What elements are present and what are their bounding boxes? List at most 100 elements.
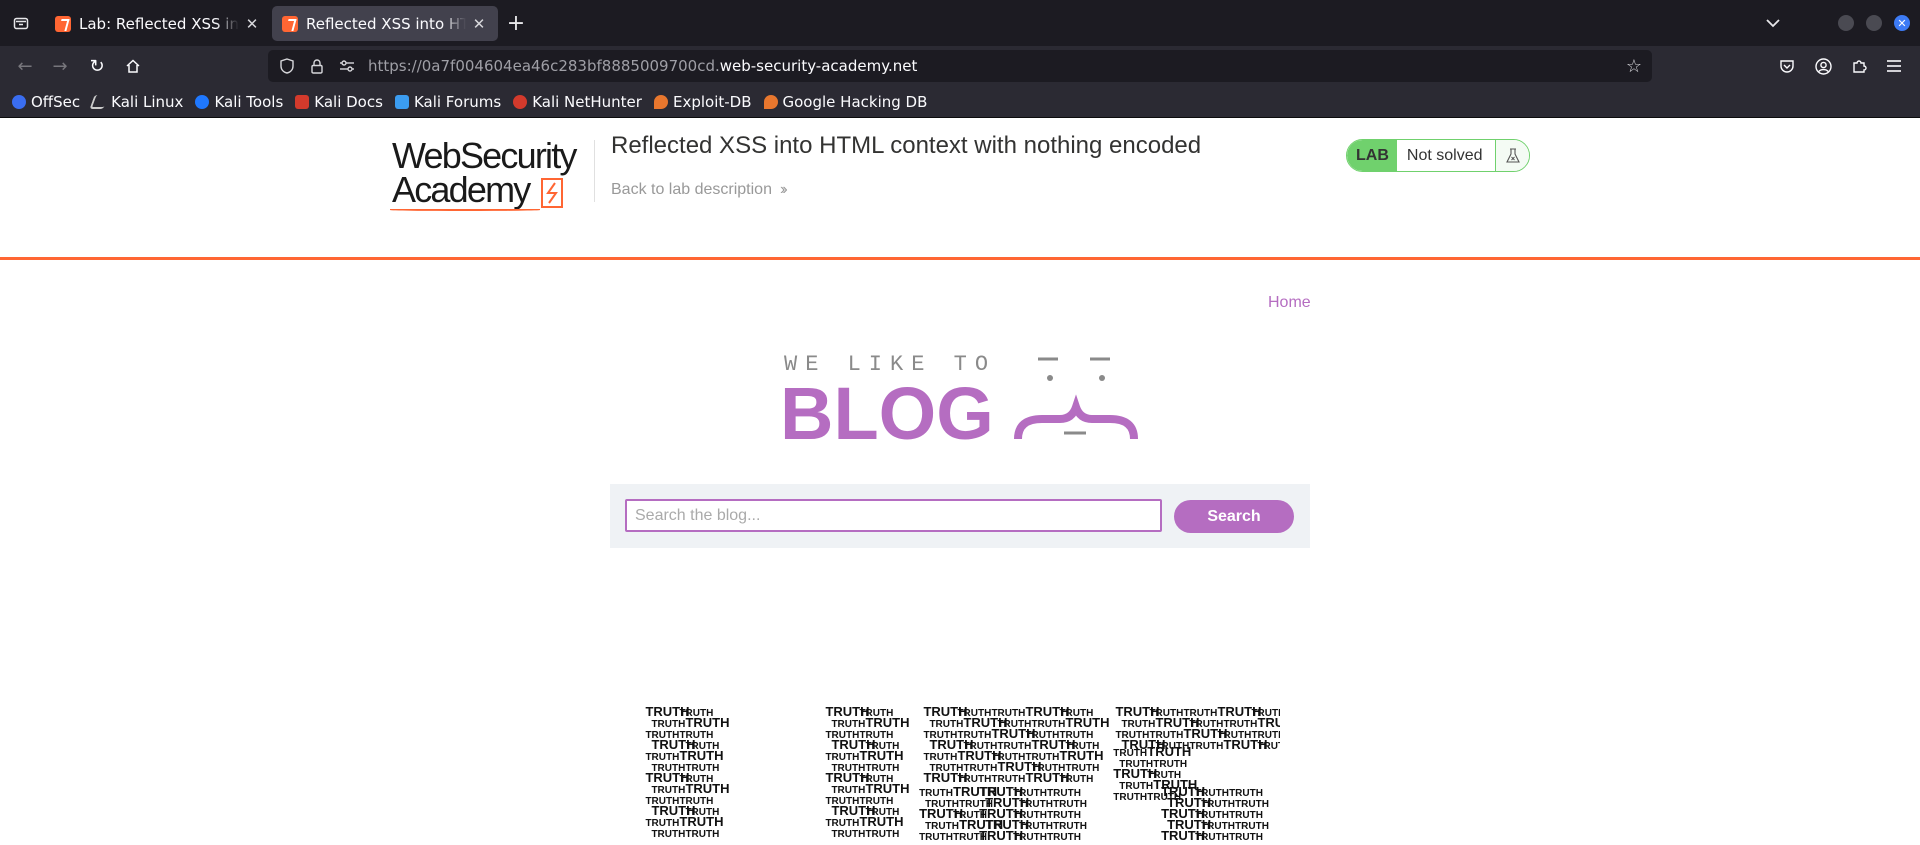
word-cloud-word: TRUTH bbox=[865, 829, 899, 840]
bookmark-kali-tools[interactable]: Kali Tools bbox=[195, 93, 283, 111]
close-tab-icon[interactable]: ✕ bbox=[243, 15, 261, 33]
word-cloud-word: TRUTH bbox=[1201, 821, 1235, 832]
bookmark-label: Kali NetHunter bbox=[532, 92, 642, 111]
ghdb-icon bbox=[763, 94, 778, 109]
web-page: WebSecurity Academy Reflected XSS into H… bbox=[0, 118, 1920, 845]
tab-title: Reflected XSS into HTML context with not… bbox=[306, 14, 466, 33]
lab-status-text: Not solved bbox=[1406, 146, 1483, 164]
word-cloud-word: TRUTH bbox=[919, 788, 953, 799]
new-tab-plus-icon[interactable]: + bbox=[503, 10, 529, 36]
lab-badge: LAB bbox=[1347, 140, 1397, 171]
logo-swoosh bbox=[390, 209, 540, 211]
pocket-icon[interactable] bbox=[1774, 53, 1800, 79]
back-arrow-icon[interactable]: ← bbox=[12, 53, 38, 79]
tab-lab-instance[interactable]: Reflected XSS into HTML context with not… bbox=[272, 6, 498, 41]
word-cloud-word: TRUTH bbox=[865, 715, 909, 730]
search-panel: Search bbox=[610, 484, 1310, 548]
extensions-icon[interactable] bbox=[1846, 53, 1872, 79]
word-cloud-word: TRUTH bbox=[651, 829, 685, 840]
word-cloud-word: TRUTH bbox=[919, 832, 953, 843]
word-cloud-word: TRUTH bbox=[685, 781, 729, 796]
kali-tools-icon bbox=[195, 94, 210, 109]
word-cloud-word: TRUTH bbox=[651, 785, 685, 796]
word-cloud-word: TRUTH bbox=[645, 818, 679, 829]
tab-title: Lab: Reflected XSS into HTML context wit… bbox=[79, 14, 239, 33]
word-cloud-word: TRUTH bbox=[1201, 799, 1235, 810]
bookmark-google-hacking-db[interactable]: Google Hacking DB bbox=[763, 92, 928, 111]
bookmarks-toolbar: OffSec Kali Linux Kali Tools Kali Docs K… bbox=[0, 86, 1920, 118]
word-cloud-word: TRUTH bbox=[685, 829, 719, 840]
close-window-icon[interactable]: ✕ bbox=[1894, 15, 1910, 31]
bookmark-label: Kali Forums bbox=[413, 92, 502, 111]
lock-icon[interactable] bbox=[306, 58, 328, 74]
bookmark-kali-docs[interactable]: Kali Docs bbox=[295, 93, 383, 111]
account-icon[interactable] bbox=[1810, 53, 1836, 79]
minimize-window-icon[interactable] bbox=[1838, 15, 1854, 31]
bookmark-label: Kali Docs bbox=[314, 92, 383, 111]
bookmark-kali-nethunter[interactable]: Kali NetHunter bbox=[513, 93, 642, 111]
word-cloud-word: TRUTH bbox=[1235, 799, 1269, 810]
bookmark-kali-linux[interactable]: Kali Linux bbox=[89, 92, 184, 111]
back-to-lab-description-link[interactable]: Back to lab description ›› bbox=[611, 181, 787, 199]
shield-icon[interactable] bbox=[276, 58, 298, 74]
word-cloud-word: TRUTH bbox=[651, 719, 685, 730]
word-cloud-word: TRUTH bbox=[679, 748, 723, 763]
we-like-to-blog-logo: WE LIKE TO BLOG bbox=[780, 349, 1140, 455]
exploit-db-icon bbox=[653, 94, 668, 109]
app-menu-icon[interactable] bbox=[1881, 53, 1907, 79]
double-chevron-right-icon: ›› bbox=[779, 181, 787, 198]
blog-post-image[interactable]: TRUTH TRUTH TRUTH TRUTH TRUTH TRUTH TRUTH TRUTH… bbox=[640, 706, 1280, 845]
page-permissions-icon[interactable] bbox=[336, 60, 358, 72]
flask-icon bbox=[1495, 140, 1529, 171]
nav-home-link[interactable]: Home bbox=[1268, 294, 1311, 312]
portswigger-favicon-icon bbox=[282, 15, 298, 32]
word-cloud-word: TRUTH bbox=[645, 752, 679, 763]
word-cloud-word: TRUTH bbox=[1059, 748, 1103, 763]
url-text[interactable]: https://0a7f004604ea46c283bf8885009700cd… bbox=[368, 57, 917, 75]
forward-arrow-icon[interactable]: → bbox=[47, 53, 73, 79]
kali-dragon-icon bbox=[89, 94, 109, 109]
bookmark-label: Exploit-DB bbox=[672, 92, 752, 111]
portswigger-favicon-icon bbox=[55, 15, 71, 32]
word-cloud-word: TRUTH bbox=[825, 818, 859, 829]
back-link-label: Back to lab description bbox=[611, 181, 772, 198]
bookmark-star-icon[interactable]: ☆ bbox=[1626, 56, 1642, 77]
kali-nethunter-icon bbox=[513, 94, 528, 109]
word-cloud-word: TRUTH bbox=[925, 821, 959, 832]
word-cloud-word: TRUTH bbox=[1147, 744, 1191, 759]
word-cloud-word: TRUTH bbox=[679, 814, 723, 829]
bookmark-exploit-db[interactable]: Exploit-DB bbox=[653, 92, 752, 111]
home-icon[interactable] bbox=[120, 53, 146, 79]
browser-tab-bar: Lab: Reflected XSS into HTML context wit… bbox=[0, 0, 1920, 46]
close-tab-icon[interactable]: ✕ bbox=[470, 15, 488, 33]
word-cloud-word: TRUTH bbox=[831, 829, 865, 840]
tab-lab-description[interactable]: Lab: Reflected XSS into HTML context wit… bbox=[45, 6, 271, 41]
word-cloud-word: TRUTH bbox=[825, 752, 859, 763]
word-cloud-word: TRUTH bbox=[1013, 832, 1047, 843]
bookmark-kali-forums[interactable]: Kali Forums bbox=[394, 92, 502, 111]
word-cloud-word: TRUTH bbox=[997, 741, 1031, 752]
truth-word-cloud-image: TRUTHTRUTHTRUTH TRUTHTRUTH TRUTHTRUTHTRUTH… bbox=[645, 706, 1280, 843]
word-cloud-word: TRUTH bbox=[1223, 719, 1257, 730]
word-cloud-word: TRUTH bbox=[963, 763, 997, 774]
logo-word: BLOG bbox=[780, 372, 994, 449]
word-cloud-word: TRUTH bbox=[1119, 781, 1153, 792]
bookmark-label: Kali Linux bbox=[111, 92, 184, 111]
url-bar[interactable]: https://0a7f004604ea46c283bf8885009700cd… bbox=[268, 50, 1652, 82]
word-cloud-word: TRUTH bbox=[1059, 774, 1093, 785]
bookmark-label: Google Hacking DB bbox=[782, 92, 928, 111]
word-cloud-word: TRUTH bbox=[1235, 821, 1269, 832]
word-cloud-word: TRUTH bbox=[1047, 788, 1081, 799]
search-input[interactable] bbox=[625, 499, 1162, 532]
word-cloud-word: TRUTH bbox=[685, 763, 719, 774]
reload-icon[interactable]: ↻ bbox=[84, 53, 110, 79]
maximize-window-icon[interactable] bbox=[1866, 15, 1882, 31]
bookmark-offsec[interactable]: OffSec bbox=[12, 93, 80, 111]
browser-nav-bar: ← → ↻ https://0a7f004604ea46c283bf888500… bbox=[0, 46, 1920, 86]
chevron-down-icon[interactable] bbox=[1760, 10, 1786, 36]
word-cloud-word: TRUTH bbox=[1019, 799, 1053, 810]
list-all-tabs-icon[interactable] bbox=[8, 10, 34, 36]
web-security-academy-logo[interactable]: WebSecurity Academy bbox=[390, 138, 592, 213]
logo-text-line2: Academy bbox=[392, 169, 531, 210]
search-button[interactable]: Search bbox=[1174, 500, 1294, 533]
